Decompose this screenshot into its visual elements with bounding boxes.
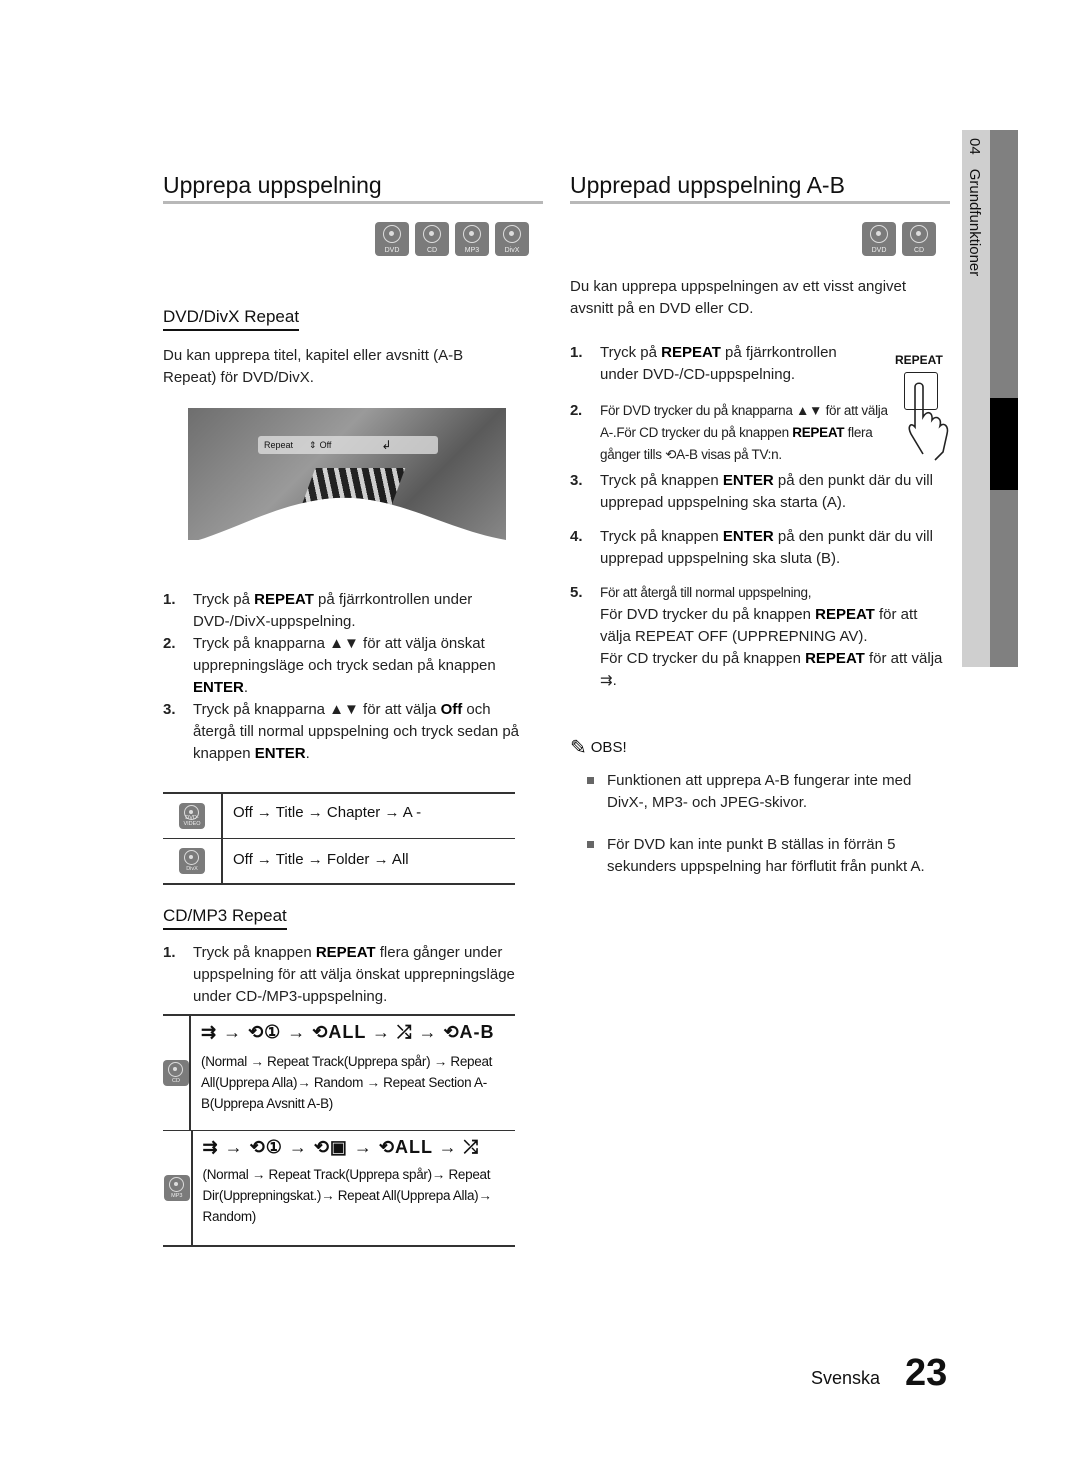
osd-value: Off — [319, 440, 332, 450]
mp3-disc-icon: MP3 — [163, 1175, 190, 1201]
cd-mp3-heading: CD/MP3 Repeat — [163, 906, 287, 930]
right-steps: 1. Tryck på REPEAT på fjärrkontrollen und… — [570, 342, 950, 692]
step-1: 1. Tryck på REPEAT på fjärrkontrollen und… — [163, 591, 473, 630]
right-intro: Du kan upprepa uppspelningen av ett viss… — [570, 278, 907, 317]
note-title: OBS! — [590, 739, 627, 756]
butterfly-image — [301, 468, 406, 508]
note-item: För DVD kan inte punkt B ställas in förr… — [585, 834, 945, 878]
mp3-disc-icon: MP3 — [455, 222, 489, 256]
updown-icon: ⇕ — [309, 439, 317, 450]
right-title-rule — [570, 201, 950, 204]
chapter-tab-marker — [990, 398, 1018, 490]
pencil-icon: ✎ — [570, 737, 587, 759]
note-list: Funktionen att upprepa A-B fungerar inte… — [585, 770, 945, 878]
dvd-disc-icon: DVD — [375, 222, 409, 256]
osd-label: Repeat — [264, 440, 294, 450]
step-4: 4. Tryck på knappen ENTER på den punkt dä… — [570, 528, 933, 567]
dvd-divx-steps: 1. Tryck på REPEAT på fjärrkontrollen und… — [163, 589, 523, 765]
enter-icon: ↲ — [381, 438, 392, 452]
footer-language: Svenska — [811, 1368, 881, 1388]
step-5: 5. För att återgå till normal uppspelnin… — [570, 584, 943, 689]
mode-description: (Normal → Repeat Track(Upprepa spår) → R… — [201, 1054, 493, 1111]
chapter-number: 04 — [966, 138, 983, 155]
step-1: 1. Tryck på knappen REPEAT flera gånger u… — [163, 944, 515, 1005]
left-title: Upprepa uppspelning — [163, 172, 382, 198]
dvd-divx-heading: DVD/DivX Repeat — [163, 307, 300, 331]
dvd-divx-mode-table: DVD-VIDEO Off → Title → Chapter → A - Di… — [163, 792, 515, 885]
divx-disc-icon: DivX — [495, 222, 529, 256]
dvd-video-disc-icon: DVD-VIDEO — [179, 803, 205, 829]
mode-sequence: Off → Title → Chapter → A - — [233, 804, 422, 821]
cd-disc-icon: CD — [902, 222, 936, 256]
osd-repeat-bar: Repeat ⇕ Off ↲ — [258, 436, 438, 454]
page-number: 23 — [905, 1352, 948, 1394]
table-row: MP3 ⇉ → ⟲① → ⟲▣ → ⟲ALL → ⤮ (Normal → Rep… — [163, 1131, 515, 1245]
step-3: 3. Tryck på knappen ENTER på den punkt dä… — [570, 472, 933, 511]
table-row: DVD-VIDEO Off → Title → Chapter → A - — [163, 794, 515, 839]
cd-disc-icon: CD — [163, 1060, 189, 1086]
left-disc-icons: DVD CD MP3 DivX — [369, 222, 529, 261]
step-2: 2. Tryck på knapparna ▲▼ för att välja ön… — [163, 635, 496, 696]
step-2: 2. För DVD trycker du på knapparna ▲▼ för… — [570, 402, 888, 462]
divx-disc-icon: DivX — [179, 848, 205, 874]
right-title: Upprepad uppspelning A-B — [570, 172, 845, 198]
dvd-divx-intro: Du kan upprepa titel, kapitel eller avsn… — [163, 347, 464, 386]
repeat-mode-icons: ⇉ → ⟲① → ⟲▣ → ⟲ALL → ⤮ — [202, 1137, 480, 1157]
mode-description: (Normal → Repeat Track(Upprepa spår)→ Re… — [202, 1167, 492, 1224]
note-header: ✎ OBS! — [570, 735, 627, 760]
left-title-rule — [163, 201, 543, 204]
cd-mp3-mode-table: CD ⇉ → ⟲① → ⟲ALL → ⤮ → ⟲A-B (Normal → Re… — [163, 1014, 515, 1247]
chapter-label: Grundfunktioner — [966, 168, 983, 277]
cd-disc-icon: CD — [415, 222, 449, 256]
osd-screenshot: Repeat ⇕ Off ↲ — [188, 408, 506, 540]
chapter-tab: 04 Grundfunktioner — [962, 130, 990, 667]
table-row: CD ⇉ → ⟲① → ⟲ALL → ⤮ → ⟲A-B (Normal → Re… — [163, 1016, 515, 1131]
table-row: DivX Off → Title → Folder → All — [163, 839, 515, 883]
step-1: 1. Tryck på REPEAT på fjärrkontrollen und… — [570, 344, 837, 383]
right-disc-icons: DVD CD — [856, 222, 936, 261]
mode-sequence: Off → Title → Folder → All — [233, 851, 409, 868]
dvd-disc-icon: DVD — [862, 222, 896, 256]
step-3: 3. Tryck på knapparna ▲▼ för att välja Of… — [163, 701, 520, 762]
repeat-mode-icons: ⇉ → ⟲① → ⟲ALL → ⤮ → ⟲A-B — [201, 1022, 495, 1042]
cd-mp3-steps: 1. Tryck på knappen REPEAT flera gånger u… — [163, 942, 545, 1008]
note-item: Funktionen att upprepa A-B fungerar inte… — [585, 770, 945, 814]
